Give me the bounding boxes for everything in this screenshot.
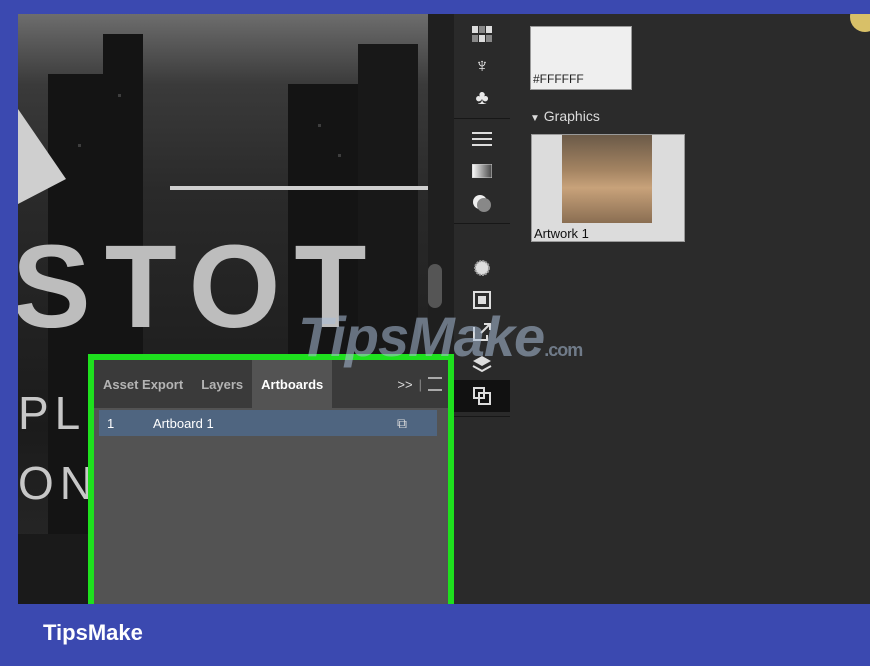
artboard-row[interactable]: 1 Artboard 1 ⧉ — [99, 410, 437, 436]
more-tabs-button[interactable]: >> — [397, 377, 412, 392]
canvas-subtitle-text: ON — [18, 457, 99, 509]
graphic-item[interactable]: Artwork 1 — [531, 134, 685, 242]
pathfinder-icon[interactable] — [454, 187, 510, 219]
skyline-shape — [18, 534, 98, 604]
graphics-section-header[interactable]: ▼ Graphics — [530, 108, 600, 124]
tab-asset-export[interactable]: Asset Export — [94, 360, 192, 408]
artboard-number: 1 — [107, 415, 115, 431]
gradient-icon[interactable] — [454, 155, 510, 187]
separator: | — [418, 376, 422, 392]
color-swatch[interactable]: #FFFFFF — [530, 26, 632, 90]
panel-overflow: >> | — [397, 377, 448, 392]
artboard-options-icon[interactable]: ⧉ — [397, 415, 437, 432]
brand-label: TipsMake — [43, 620, 143, 645]
grid-icon[interactable] — [454, 18, 510, 50]
graphic-item-label: Artwork 1 — [534, 226, 589, 241]
tab-layers[interactable]: Layers — [192, 360, 252, 408]
divider-line — [170, 186, 428, 190]
app-window: STOT PL ON ♆ ♣ #FFFFFF ▼ Graphics Artwor… — [18, 14, 870, 604]
watermark: TipsMake.com — [298, 305, 583, 368]
artboards-icon[interactable] — [454, 380, 510, 412]
canvas-subtitle-text: PL — [18, 387, 87, 439]
scrollbar-thumb[interactable] — [428, 264, 442, 308]
footer-bar: TipsMake — [0, 604, 870, 666]
graphic-thumbnail — [562, 135, 652, 223]
artboard-name: Artboard 1 — [153, 415, 214, 431]
panel-menu-icon[interactable] — [428, 377, 442, 391]
disclosure-triangle-icon: ▼ — [530, 113, 540, 124]
status-indicator — [850, 14, 870, 32]
club-icon[interactable]: ♣ — [454, 82, 510, 114]
swatch-hex-label: #FFFFFF — [533, 72, 584, 86]
arrow-graphic — [18, 109, 66, 204]
graphics-section-label: Graphics — [543, 108, 600, 124]
artboards-panel: Asset Export Layers Artboards >> | 1 Art… — [88, 354, 454, 604]
sun-icon[interactable] — [454, 252, 510, 284]
stroke-lines-icon[interactable] — [454, 123, 510, 155]
puppet-icon[interactable]: ♆ — [454, 50, 510, 82]
